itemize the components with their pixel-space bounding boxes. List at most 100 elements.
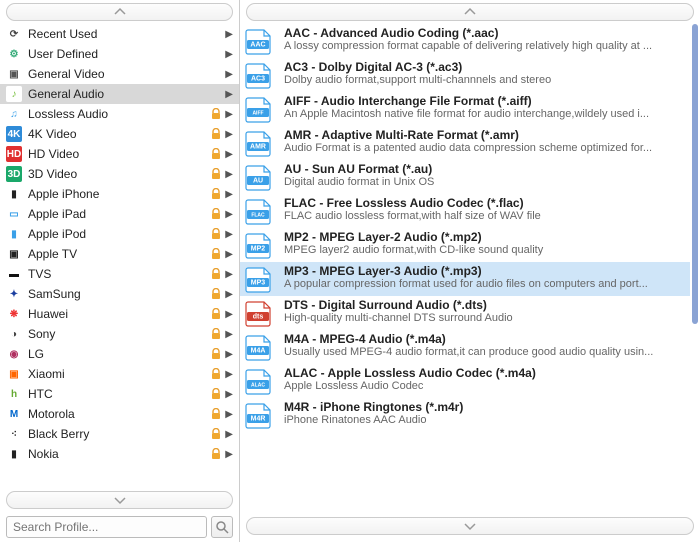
category-item[interactable]: ♫Lossless Audio▶ <box>0 104 239 124</box>
category-icon: ▬ <box>6 266 22 282</box>
lock-icon <box>211 228 221 240</box>
category-label: Motorola <box>28 407 209 421</box>
lock-icon <box>211 208 221 220</box>
category-item[interactable]: MMotorola▶ <box>0 404 239 424</box>
chevron-right-icon: ▶ <box>225 289 233 300</box>
category-icon: ▮ <box>6 446 22 462</box>
format-text: AAC - Advanced Audio Coding (*.aac)A los… <box>284 26 684 52</box>
category-item[interactable]: ▮Apple iPhone▶ <box>0 184 239 204</box>
category-item[interactable]: ⟳Recent Used▶ <box>0 24 239 44</box>
category-item[interactable]: ♪General Audio▶ <box>0 84 239 104</box>
lock-icon <box>211 188 221 200</box>
category-item[interactable]: ▮Apple iPod▶ <box>0 224 239 244</box>
format-title: AAC - Advanced Audio Coding (*.aac) <box>284 26 684 40</box>
scroll-down-button[interactable] <box>246 517 694 535</box>
category-icon: ▮ <box>6 186 22 202</box>
format-icon: AAC <box>244 28 276 56</box>
scroll-down-button[interactable] <box>6 491 233 509</box>
format-item[interactable]: AC3AC3 - Dolby Digital AC-3 (*.ac3)Dolby… <box>240 58 690 92</box>
lock-icon <box>211 128 221 140</box>
category-icon: ▭ <box>6 206 22 222</box>
svg-text:AAC: AAC <box>250 42 265 49</box>
category-label: SamSung <box>28 287 209 301</box>
format-desc: A popular compression format used for au… <box>284 278 684 290</box>
category-item[interactable]: ▮Nokia▶ <box>0 444 239 464</box>
format-icon: M4R <box>244 402 276 430</box>
category-label: User Defined <box>28 47 221 61</box>
format-icon: MP3 <box>244 266 276 294</box>
chevron-right-icon: ▶ <box>225 29 233 40</box>
category-item[interactable]: ⁖Black Berry▶ <box>0 424 239 444</box>
format-item[interactable]: M4AM4A - MPEG-4 Audio (*.m4a)Usually use… <box>240 330 690 364</box>
chevron-right-icon: ▶ <box>225 269 233 280</box>
format-item[interactable]: AMRAMR - Adaptive Multi-Rate Format (*.a… <box>240 126 690 160</box>
format-item[interactable]: M4R M4R - iPhone Ringtones (*.m4r)iPhone … <box>240 398 690 432</box>
category-item[interactable]: ⚙User Defined▶ <box>0 44 239 64</box>
format-desc: iPhone Rinatones AAC Audio <box>284 414 684 426</box>
category-item[interactable]: hHTC▶ <box>0 384 239 404</box>
category-icon: M <box>6 406 22 422</box>
category-item[interactable]: ◑Sony▶ <box>0 324 239 344</box>
format-item[interactable]: MP2MP2 - MPEG Layer-2 Audio (*.mp2)MPEG … <box>240 228 690 262</box>
category-item[interactable]: ◉LG▶ <box>0 344 239 364</box>
format-text: M4A - MPEG-4 Audio (*.m4a)Usually used M… <box>284 332 684 358</box>
chevron-down-icon <box>113 495 127 505</box>
format-item[interactable]: AIFF AIFF - Audio Interchange File Format… <box>240 92 690 126</box>
category-item[interactable]: ▬TVS▶ <box>0 264 239 284</box>
category-item[interactable]: 3D3D Video▶ <box>0 164 239 184</box>
chevron-right-icon: ▶ <box>225 109 233 120</box>
svg-text:AIFF: AIFF <box>252 111 263 117</box>
category-label: Sony <box>28 327 209 341</box>
chevron-up-icon <box>113 7 127 17</box>
search-input[interactable] <box>6 516 207 538</box>
format-item[interactable]: AAC AAC - Advanced Audio Coding (*.aac)A … <box>240 24 690 58</box>
format-text: M4R - iPhone Ringtones (*.m4r)iPhone Rin… <box>284 400 684 426</box>
category-icon: ✦ <box>6 286 22 302</box>
format-item[interactable]: FLACFLAC - Free Lossless Audio Codec (*.… <box>240 194 690 228</box>
chevron-right-icon: ▶ <box>225 69 233 80</box>
category-item[interactable]: ❋Huawei▶ <box>0 304 239 324</box>
format-item[interactable]: AUAU - Sun AU Format (*.au)Digital audio… <box>240 160 690 194</box>
category-icon: ⁖ <box>6 426 22 442</box>
chevron-right-icon: ▶ <box>225 429 233 440</box>
format-text: ALAC - Apple Lossless Audio Codec (*.m4a… <box>284 366 684 392</box>
category-item[interactable]: ▣General Video▶ <box>0 64 239 84</box>
svg-text:dts: dts <box>253 314 264 321</box>
chevron-right-icon: ▶ <box>225 369 233 380</box>
lock-icon <box>211 328 221 340</box>
category-item[interactable]: HDHD Video▶ <box>0 144 239 164</box>
format-title: AIFF - Audio Interchange File Format (*.… <box>284 94 684 108</box>
category-item[interactable]: 4K4K Video▶ <box>0 124 239 144</box>
format-title: FLAC - Free Lossless Audio Codec (*.flac… <box>284 196 684 210</box>
chevron-right-icon: ▶ <box>225 389 233 400</box>
format-item[interactable]: dtsDTS - Digital Surround Audio (*.dts)H… <box>240 296 690 330</box>
category-label: HTC <box>28 387 209 401</box>
category-icon: ▣ <box>6 246 22 262</box>
search-row <box>0 512 239 542</box>
category-label: Xiaomi <box>28 367 209 381</box>
format-desc: Dolby audio format,support multi-channne… <box>284 74 684 86</box>
chevron-down-icon <box>463 521 477 531</box>
format-item[interactable]: MP3MP3 - MPEG Layer-3 Audio (*.mp3)A pop… <box>240 262 690 296</box>
scroll-up-button[interactable] <box>6 3 233 21</box>
svg-text:M4R: M4R <box>251 416 266 423</box>
format-title: M4R - iPhone Ringtones (*.m4r) <box>284 400 684 414</box>
category-item[interactable]: ▣Xiaomi▶ <box>0 364 239 384</box>
category-icon: ▮ <box>6 226 22 242</box>
chevron-right-icon: ▶ <box>225 89 233 100</box>
search-button[interactable] <box>211 516 233 538</box>
format-icon: ALAC <box>244 368 276 396</box>
category-item[interactable]: ✦ SamSung ▶ <box>0 284 239 304</box>
category-item[interactable]: ▣Apple TV▶ <box>0 244 239 264</box>
scrollbar[interactable] <box>692 24 698 324</box>
category-label: Recent Used <box>28 27 221 41</box>
format-title: AMR - Adaptive Multi-Rate Format (*.amr) <box>284 128 684 142</box>
search-icon <box>215 520 229 534</box>
scroll-up-button[interactable] <box>246 3 694 21</box>
format-item[interactable]: ALAC ALAC - Apple Lossless Audio Codec (*… <box>240 364 690 398</box>
category-icon: ◑ <box>6 326 22 342</box>
category-label: General Video <box>28 67 221 81</box>
format-title: AU - Sun AU Format (*.au) <box>284 162 684 176</box>
category-item[interactable]: ▭Apple iPad▶ <box>0 204 239 224</box>
category-label: Apple TV <box>28 247 209 261</box>
